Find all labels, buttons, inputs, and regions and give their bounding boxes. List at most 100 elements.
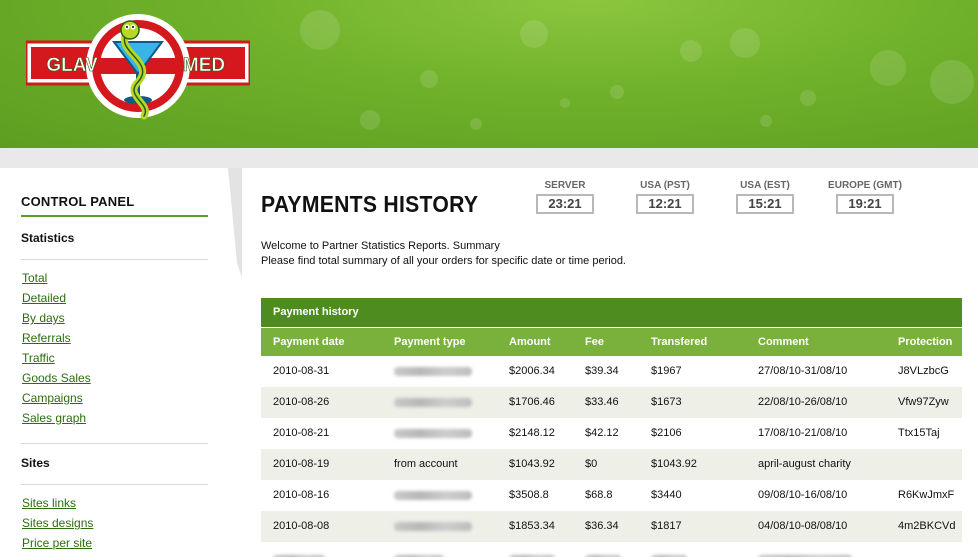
cell-transfered: $3440	[651, 489, 682, 501]
clock-europe-gmt: EUROPE (GMT) 19:21	[828, 180, 902, 214]
nav-link-sites-links[interactable]: Sites links	[22, 496, 76, 510]
cell-payment-type-redacted	[394, 480, 472, 511]
cell-amount: $2148.12	[509, 427, 555, 439]
cell-partial-placeholder	[758, 546, 852, 557]
cell-comment: april-august charity	[758, 458, 851, 470]
clock-time: 23:21	[536, 194, 594, 214]
redacted-value	[394, 429, 472, 438]
cell-payment-type-redacted	[394, 387, 472, 418]
page-title: PAYMENTS HISTORY	[261, 191, 479, 217]
cell-partial-placeholder	[651, 546, 687, 557]
intro-line-1: Welcome to Partner Statistics Reports. S…	[261, 240, 500, 252]
cell-amount: $1706.46	[509, 396, 555, 408]
cell-partial-placeholder	[273, 546, 325, 557]
glavmed-logo[interactable]: GLAV MED	[24, 12, 252, 130]
cell-protection: J8VLzbcG	[898, 365, 949, 377]
cell-comment: 22/08/10-26/08/10	[758, 396, 848, 408]
redacted-value	[394, 398, 472, 407]
sites-top-divider	[21, 443, 208, 444]
cell-protection: Vfw97Zyw	[898, 396, 949, 408]
intro-line-2: Please find total summary of all your or…	[261, 255, 626, 267]
sites-divider	[21, 484, 208, 485]
redacted-value	[394, 367, 472, 376]
cell-payment-date: 2010-08-16	[273, 489, 330, 501]
logo-right-text: MED	[183, 55, 225, 76]
redacted-value	[394, 491, 472, 500]
nav-link-total[interactable]: Total	[22, 271, 47, 285]
clock-server: SERVER 23:21	[536, 180, 594, 214]
cell-payment-type-redacted	[394, 511, 472, 542]
intro-text: Welcome to Partner Statistics Reports. S…	[261, 239, 626, 269]
cell-amount: $1853.34	[509, 520, 555, 532]
cell-protection: R6KwJmxF	[898, 489, 955, 501]
cell-payment-type-redacted	[394, 418, 472, 449]
clock-usa-est: USA (EST) 15:21	[736, 180, 794, 214]
clock-time: 19:21	[836, 194, 894, 214]
clock-time: 12:21	[636, 194, 694, 214]
nav-link-traffic[interactable]: Traffic	[22, 351, 55, 365]
clock-label: USA (PST)	[640, 180, 690, 191]
cell-comment: 17/08/10-21/08/10	[758, 427, 848, 439]
table-header-row: Payment date Payment type Amount Fee Tra…	[261, 328, 962, 356]
table-row: 2010-08-26 $1706.46 $33.46 $1673 22/08/1…	[261, 387, 962, 418]
clock-label: EUROPE (GMT)	[828, 180, 902, 191]
column-header-protection[interactable]: Protection	[898, 328, 952, 356]
statistics-section-title: Statistics	[21, 231, 75, 245]
nav-link-campaigns[interactable]: Campaigns	[22, 391, 83, 405]
table-row: 2010-08-21 $2148.12 $42.12 $2106 17/08/1…	[261, 418, 962, 449]
clock-label: SERVER	[544, 180, 586, 191]
glavmed-logo-image: GLAV MED	[24, 14, 252, 120]
cell-amount: $1043.92	[509, 458, 555, 470]
column-header-transfered[interactable]: Transfered	[651, 328, 707, 356]
cell-payment-date: 2010-08-19	[273, 458, 330, 470]
cell-fee: $0	[585, 458, 598, 470]
cell-payment-date: 2010-08-08	[273, 520, 330, 532]
nav-link-by-days[interactable]: By days	[22, 311, 65, 325]
cell-comment: 09/08/10-16/08/10	[758, 489, 848, 501]
clock-usa-pst: USA (PST) 12:21	[636, 180, 694, 214]
statistics-divider	[21, 259, 208, 260]
cell-payment-date: 2010-08-26	[273, 396, 330, 408]
cell-fee: $68.8	[585, 489, 613, 501]
column-header-fee[interactable]: Fee	[585, 328, 604, 356]
cell-payment-type: from account	[394, 458, 458, 470]
cell-protection: 4m2BKCVd	[898, 520, 956, 532]
cell-partial-placeholder	[394, 546, 444, 557]
cell-transfered: $1673	[651, 396, 682, 408]
logo-left-text: GLAV	[46, 55, 98, 76]
cell-comment: 27/08/10-31/08/10	[758, 365, 848, 377]
cell-fee: $33.46	[585, 396, 619, 408]
cell-payment-date: 2010-08-21	[273, 427, 330, 439]
cell-fee: $36.34	[585, 520, 619, 532]
sidebar-fold-decoration	[228, 168, 242, 278]
column-header-payment-type[interactable]: Payment type	[394, 328, 466, 356]
nav-link-price-per-site[interactable]: Price per site	[22, 536, 92, 550]
nav-link-referrals[interactable]: Referrals	[22, 331, 71, 345]
cell-transfered: $1043.92	[651, 458, 697, 470]
redacted-value	[394, 522, 472, 531]
payment-history-table-title: Payment history	[261, 298, 962, 327]
nav-link-goods-sales[interactable]: Goods Sales	[22, 371, 91, 385]
table-row: 2010-08-19 from account $1043.92 $0 $104…	[261, 449, 962, 480]
cell-payment-type-redacted	[394, 356, 472, 387]
clock-time: 15:21	[736, 194, 794, 214]
column-header-amount[interactable]: Amount	[509, 328, 551, 356]
header-divider-strip	[0, 148, 978, 168]
sites-section-title: Sites	[21, 456, 50, 470]
cell-payment-date: 2010-08-31	[273, 365, 330, 377]
column-header-payment-date[interactable]: Payment date	[273, 328, 345, 356]
cell-partial-placeholder	[509, 546, 555, 557]
cell-fee: $39.34	[585, 365, 619, 377]
nav-link-detailed[interactable]: Detailed	[22, 291, 66, 305]
cell-amount: $3508.8	[509, 489, 549, 501]
cell-transfered: $1817	[651, 520, 682, 532]
column-header-comment[interactable]: Comment	[758, 328, 809, 356]
cell-transfered: $1967	[651, 365, 682, 377]
table-row-partial	[261, 542, 962, 557]
clock-label: USA (EST)	[740, 180, 790, 191]
cell-partial-placeholder	[585, 546, 621, 557]
cell-transfered: $2106	[651, 427, 682, 439]
cell-comment: 04/08/10-08/08/10	[758, 520, 848, 532]
nav-link-sales-graph[interactable]: Sales graph	[22, 411, 86, 425]
nav-link-sites-designs[interactable]: Sites designs	[22, 516, 93, 530]
